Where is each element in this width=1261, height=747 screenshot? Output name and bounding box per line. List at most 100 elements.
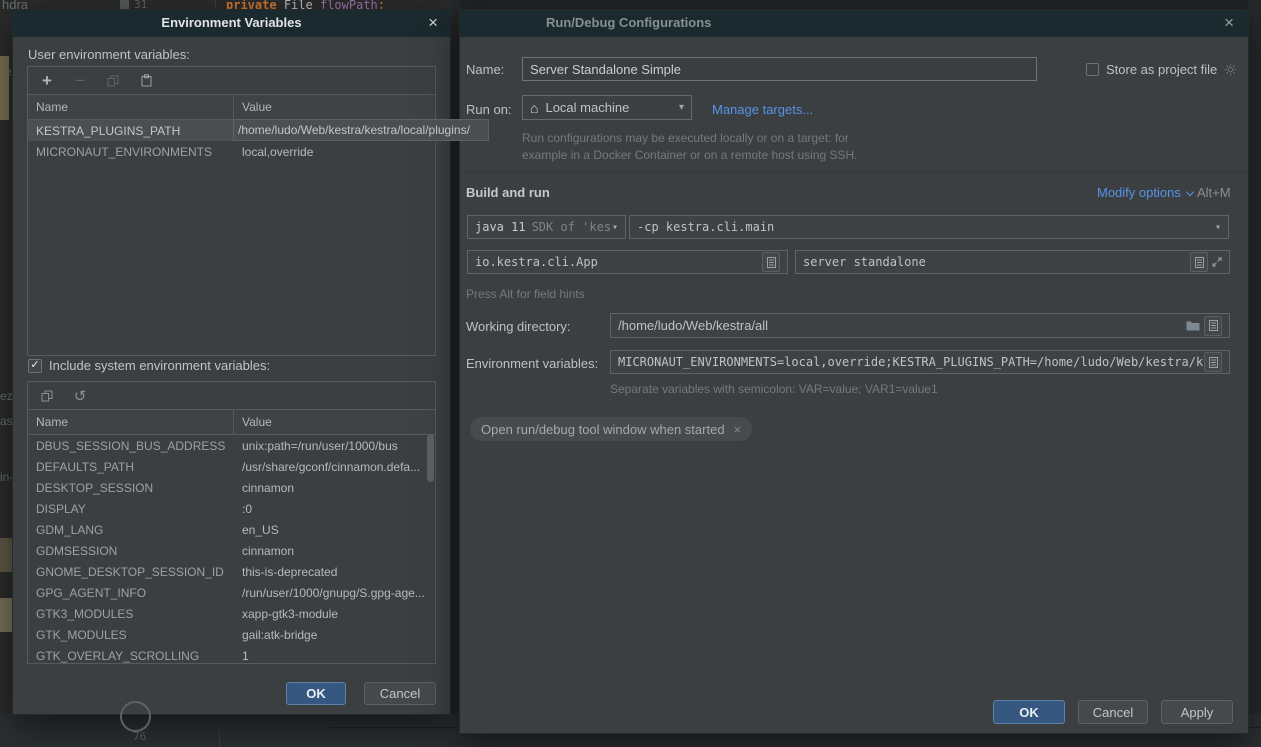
- env-name: GTK_OVERLAY_SCROLLING: [28, 649, 234, 663]
- chevron-down-icon: ▾: [612, 222, 618, 233]
- table-row[interactable]: GTK_MODULESgail:atk-bridge: [28, 624, 435, 645]
- store-as-project-file-row[interactable]: Store as project file: [1086, 62, 1237, 77]
- env-name: GTK_MODULES: [28, 628, 234, 642]
- editor-gutter-separator: [219, 727, 220, 747]
- close-icon[interactable]: ×: [1224, 13, 1234, 33]
- column-header-value[interactable]: Value: [234, 95, 272, 119]
- ok-button[interactable]: OK: [286, 682, 346, 705]
- browse-env-vars-icon[interactable]: [1204, 352, 1222, 372]
- env-name: DBUS_SESSION_BUS_ADDRESS: [28, 439, 234, 453]
- modify-options-link[interactable]: Modify options: [1097, 185, 1193, 200]
- table-row[interactable]: GDMSESSIONcinnamon: [28, 540, 435, 561]
- table-row[interactable]: DISPLAY:0: [28, 498, 435, 519]
- checkbox-unchecked-icon[interactable]: [1086, 63, 1099, 76]
- jdk-version: java 11: [475, 220, 526, 234]
- manage-targets-link[interactable]: Manage targets...: [712, 102, 813, 117]
- cancel-button[interactable]: Cancel: [1078, 700, 1148, 724]
- column-header-value[interactable]: Value: [234, 410, 272, 434]
- working-directory-input[interactable]: /home/ludo/Web/kestra/all: [610, 313, 1230, 338]
- env-value: :0: [234, 502, 435, 516]
- expand-field-icon[interactable]: [1212, 257, 1222, 267]
- main-class-input[interactable]: io.kestra.cli.App: [467, 250, 788, 274]
- dialog-titlebar[interactable]: Environment Variables ×: [13, 10, 450, 37]
- table-row[interactable]: DESKTOP_SESSIONcinnamon: [28, 477, 435, 498]
- copy-icon[interactable]: [39, 388, 55, 404]
- open-tool-window-tag[interactable]: Open run/debug tool window when started …: [470, 417, 752, 441]
- user-env-toolbar: + −: [28, 67, 435, 95]
- column-header-name[interactable]: Name: [28, 410, 234, 434]
- table-row[interactable]: GTK_OVERLAY_SCROLLING1: [28, 645, 435, 664]
- classpath-dropdown[interactable]: -cp kestra.cli.main ▾: [629, 215, 1229, 239]
- environment-variables-input[interactable]: MICRONAUT_ENVIRONMENTS=local,override;KE…: [610, 350, 1230, 374]
- jdk-dropdown[interactable]: java 11 SDK of 'kestra.cli.mair ▾: [467, 215, 626, 239]
- env-name: GDMSESSION: [28, 544, 234, 558]
- table-row[interactable]: GDM_LANGen_US: [28, 519, 435, 540]
- env-name: GDM_LANG: [28, 523, 234, 537]
- copy-icon[interactable]: [105, 73, 121, 89]
- close-icon[interactable]: ×: [428, 13, 438, 33]
- chevron-down-icon: ▾: [1215, 222, 1221, 233]
- ok-button[interactable]: OK: [993, 700, 1065, 724]
- working-directory-label: Working directory:: [466, 319, 571, 334]
- program-arguments-input[interactable]: server standalone: [795, 250, 1230, 274]
- name-value: Server Standalone Simple: [530, 62, 681, 77]
- editor-gutter-mark: [120, 0, 129, 10]
- env-value: cinnamon: [234, 544, 435, 558]
- remove-icon[interactable]: −: [72, 73, 88, 89]
- paste-icon[interactable]: [138, 73, 154, 89]
- cancel-button[interactable]: Cancel: [364, 682, 436, 705]
- screen: hdra res ezi ast in- 31 private File flo…: [0, 0, 1261, 747]
- checkbox-checked-icon[interactable]: ✓: [28, 359, 42, 373]
- env-value: xapp-gtk3-module: [234, 607, 435, 621]
- apply-button[interactable]: Apply: [1161, 700, 1233, 724]
- remove-tag-icon[interactable]: ×: [734, 422, 742, 437]
- table-row[interactable]: DBUS_SESSION_BUS_ADDRESSunix:path=/run/u…: [28, 435, 435, 456]
- env-value: en_US: [234, 523, 435, 537]
- environment-variables-dialog: Environment Variables × User environment…: [13, 10, 450, 714]
- folder-icon[interactable]: [1186, 320, 1200, 331]
- program-arguments-value: server standalone: [803, 255, 926, 269]
- home-icon: ⌂: [530, 100, 538, 116]
- env-value: gail:atk-bridge: [234, 628, 435, 642]
- modify-options-shortcut: Alt+M: [1197, 185, 1231, 200]
- env-value: 1: [234, 649, 435, 663]
- table-row[interactable]: GTK3_MODULESxapp-gtk3-module: [28, 603, 435, 624]
- name-input[interactable]: Server Standalone Simple: [522, 57, 1037, 81]
- background-strip: [450, 0, 1261, 10]
- scrollbar-thumb[interactable]: [427, 434, 434, 482]
- table-header: Name Value: [28, 95, 435, 120]
- env-name: GPG_AGENT_INFO: [28, 586, 234, 600]
- run-debug-configurations-dialog: Run/Debug Configurations × Name: Server …: [460, 10, 1248, 733]
- chevron-down-icon: ▾: [679, 102, 684, 113]
- run-on-label: Run on:: [466, 102, 512, 117]
- macros-list-icon[interactable]: [1190, 252, 1208, 272]
- gear-icon[interactable]: [1224, 63, 1237, 76]
- env-name: GTK3_MODULES: [28, 607, 234, 621]
- env-value: cinnamon: [234, 481, 435, 495]
- system-env-toolbar: ↺: [28, 382, 435, 410]
- table-row[interactable]: MICRONAUT_ENVIRONMENTS local,override: [28, 141, 435, 162]
- store-as-project-file-label: Store as project file: [1106, 62, 1217, 77]
- env-value: /run/user/1000/gnupg/S.gpg-age...: [234, 586, 435, 600]
- open-tool-window-tag-label: Open run/debug tool window when started: [481, 422, 725, 437]
- table-row[interactable]: DEFAULTS_PATH/usr/share/gconf/cinnamon.d…: [28, 456, 435, 477]
- background-strip: [1248, 0, 1261, 747]
- macros-list-icon[interactable]: [762, 252, 780, 272]
- run-on-help-line2: example in a Docker Container or on a re…: [522, 148, 858, 162]
- macros-list-icon[interactable]: [1204, 316, 1222, 336]
- environment-variables-label: Environment variables:: [466, 356, 598, 371]
- add-icon[interactable]: +: [39, 73, 55, 89]
- jdk-detail: SDK of 'kestra.cli.mair: [532, 220, 612, 234]
- undo-icon[interactable]: ↺: [72, 388, 88, 404]
- build-and-run-heading: Build and run: [466, 185, 550, 200]
- table-header: Name Value: [28, 410, 435, 435]
- column-header-name[interactable]: Name: [28, 95, 234, 119]
- table-row[interactable]: GNOME_DESKTOP_SESSION_IDthis-is-deprecat…: [28, 561, 435, 582]
- run-on-dropdown[interactable]: ⌂ Local machine ▾: [522, 95, 692, 120]
- dialog-titlebar[interactable]: Run/Debug Configurations ×: [460, 10, 1248, 37]
- background-highlight-block: [0, 56, 9, 120]
- run-on-value: Local machine: [545, 100, 629, 115]
- include-system-env-checkbox-row[interactable]: ✓ Include system environment variables:: [28, 358, 270, 373]
- user-env-section-label: User environment variables:: [28, 47, 190, 62]
- table-row[interactable]: GPG_AGENT_INFO/run/user/1000/gnupg/S.gpg…: [28, 582, 435, 603]
